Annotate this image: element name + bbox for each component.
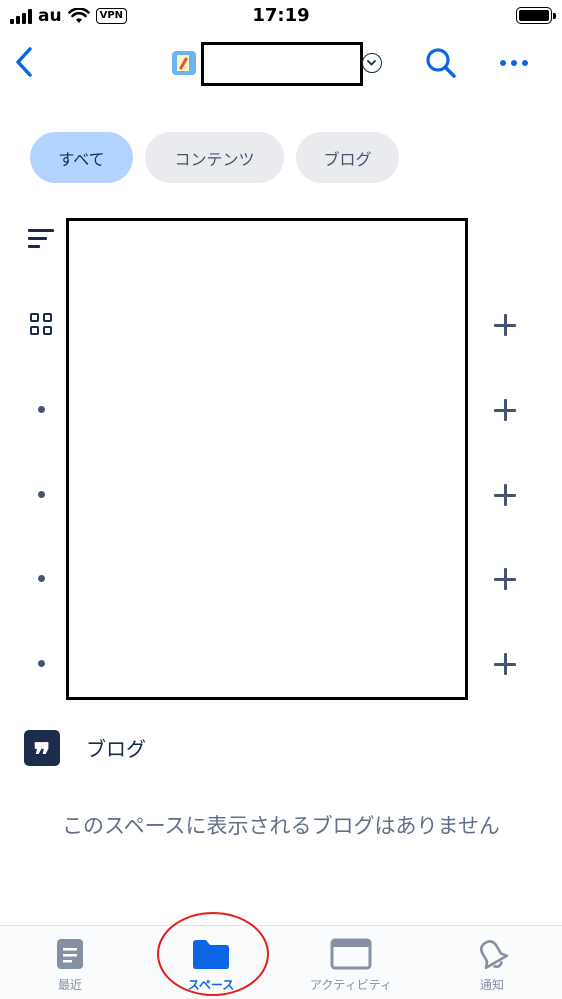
more-horizontal-icon bbox=[500, 60, 506, 66]
activity-window-icon bbox=[330, 938, 372, 970]
add-child-button[interactable] bbox=[494, 568, 516, 590]
quote-icon: ❞ bbox=[24, 730, 60, 771]
search-button[interactable] bbox=[424, 46, 458, 80]
filter-chip-blog[interactable]: ブログ bbox=[296, 132, 399, 183]
more-button[interactable] bbox=[500, 53, 534, 73]
list-bullet bbox=[38, 575, 45, 582]
blog-empty-message: このスペースに表示されるブログはありません bbox=[62, 814, 500, 838]
recent-document-icon bbox=[57, 939, 83, 969]
back-button[interactable] bbox=[10, 44, 40, 80]
grid-icon[interactable] bbox=[30, 313, 54, 337]
tab-recent-label: 最近 bbox=[57, 978, 82, 992]
chevron-down-circle-icon[interactable] bbox=[362, 53, 382, 73]
list-bullet bbox=[38, 491, 45, 498]
notebook-icon bbox=[172, 51, 196, 75]
tab-notifications-label: 通知 bbox=[479, 978, 504, 992]
bottom-tab-bar: 最近 スペース アクティビティ 通知 bbox=[0, 925, 562, 999]
search-icon bbox=[426, 48, 456, 78]
blog-section-title: ブログ bbox=[86, 737, 146, 761]
add-child-button[interactable] bbox=[494, 653, 516, 675]
tab-recent[interactable]: 最近 bbox=[40, 926, 100, 999]
status-time: 17:19 bbox=[252, 5, 310, 26]
add-child-button[interactable] bbox=[494, 314, 516, 336]
highlight-annotation bbox=[157, 912, 269, 996]
filter-chip-all[interactable]: すべて bbox=[30, 132, 133, 183]
list-bullet bbox=[38, 406, 45, 413]
tab-activity[interactable]: アクティビティ bbox=[296, 926, 406, 999]
tab-activity-label: アクティビティ bbox=[310, 978, 392, 992]
add-child-button[interactable] bbox=[494, 399, 516, 421]
battery-icon bbox=[516, 7, 556, 24]
sort-icon[interactable] bbox=[28, 229, 56, 251]
chevron-left-icon bbox=[16, 47, 32, 77]
status-bar: au VPN 17:19 bbox=[0, 0, 562, 34]
filter-chip-content[interactable]: コンテンツ bbox=[145, 132, 284, 183]
bell-icon bbox=[480, 940, 509, 970]
add-child-button[interactable] bbox=[494, 484, 516, 506]
redacted-page-tree bbox=[66, 218, 468, 700]
space-title[interactable] bbox=[201, 42, 363, 86]
tab-notifications[interactable]: 通知 bbox=[462, 926, 522, 999]
list-bullet bbox=[38, 660, 45, 667]
